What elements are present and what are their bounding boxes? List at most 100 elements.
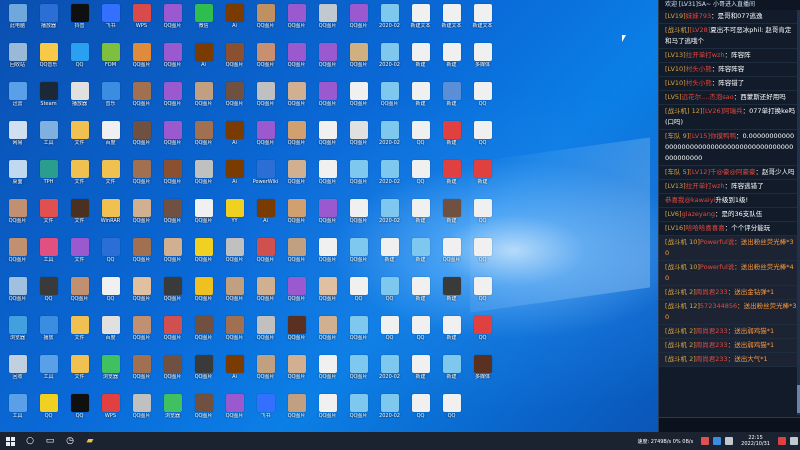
desktop-icon[interactable] bbox=[498, 41, 529, 80]
desktop-icon[interactable]: QQ图片 bbox=[250, 80, 281, 119]
desktop-icon[interactable]: Ai bbox=[219, 353, 250, 392]
chat-input-bar[interactable] bbox=[659, 417, 800, 432]
desktop-icon[interactable]: 新建 bbox=[405, 275, 436, 314]
desktop-icon[interactable] bbox=[467, 392, 498, 431]
desktop-icon[interactable]: 新建 bbox=[436, 158, 467, 197]
desktop-icon[interactable]: Ai bbox=[219, 119, 250, 158]
desktop-icon[interactable]: QQ图片 bbox=[157, 314, 188, 353]
desktop-icon[interactable]: 播放器 bbox=[64, 80, 95, 119]
desktop-icon[interactable]: 浏览器 bbox=[157, 392, 188, 431]
search-button[interactable]: ○ bbox=[20, 432, 40, 450]
desktop-icon[interactable]: QQ图片 bbox=[281, 119, 312, 158]
notification-icon[interactable] bbox=[778, 437, 786, 445]
desktop-icon[interactable]: QQ bbox=[467, 236, 498, 275]
desktop-icon[interactable]: 浏览器 bbox=[2, 314, 33, 353]
desktop-icon[interactable]: 播放 bbox=[33, 314, 64, 353]
desktop-icon[interactable]: QQ图片 bbox=[343, 314, 374, 353]
desktop-icon[interactable]: 文件 bbox=[64, 314, 95, 353]
desktop-icon[interactable]: QQ图片 bbox=[281, 80, 312, 119]
desktop-icon[interactable]: QQ图片 bbox=[219, 392, 250, 431]
desktop-icon[interactable]: 2020-02 bbox=[374, 158, 405, 197]
desktop-icon[interactable]: QQ图片 bbox=[188, 392, 219, 431]
desktop-icon[interactable]: TPH bbox=[33, 158, 64, 197]
desktop-icon[interactable]: QQ图片 bbox=[343, 158, 374, 197]
tray-app-icon[interactable] bbox=[701, 437, 710, 445]
desktop-icon[interactable]: Ai bbox=[250, 197, 281, 236]
chat-username[interactable]: 572344856 bbox=[700, 302, 737, 310]
desktop-icon[interactable]: QQ图片 bbox=[157, 353, 188, 392]
desktop-icon[interactable]: QQ图片 bbox=[343, 119, 374, 158]
desktop-icon[interactable]: 2020-02 bbox=[374, 119, 405, 158]
desktop-icon[interactable] bbox=[498, 314, 529, 353]
volume-icon[interactable] bbox=[725, 437, 734, 445]
desktop-icon[interactable]: QQ图片 bbox=[250, 314, 281, 353]
desktop-icon[interactable]: QQ图片 bbox=[157, 80, 188, 119]
desktop-icon[interactable]: QQ图片 bbox=[343, 392, 374, 431]
desktop-icon[interactable]: QQ图片 bbox=[157, 197, 188, 236]
desktop-icon[interactable]: QQ图片 bbox=[312, 41, 343, 80]
tray-app-icon[interactable] bbox=[713, 437, 722, 445]
desktop-icon[interactable]: 多媒体 bbox=[467, 41, 498, 80]
desktop-icon[interactable]: QQ图片 bbox=[219, 80, 250, 119]
desktop-icon[interactable]: QQ bbox=[95, 236, 126, 275]
chat-username[interactable]: [LV28] bbox=[690, 26, 711, 34]
desktop-icon[interactable]: 2020-02 bbox=[374, 197, 405, 236]
desktop-icon[interactable]: FDM bbox=[95, 41, 126, 80]
desktop-icon[interactable]: QQ图片 bbox=[281, 236, 312, 275]
desktop-icon[interactable]: QQ图片 bbox=[281, 2, 312, 41]
desktop-icon[interactable]: 文件 bbox=[64, 197, 95, 236]
desktop-icon[interactable]: 工具 bbox=[33, 119, 64, 158]
desktop-icon[interactable]: Ai bbox=[219, 2, 250, 41]
desktop-icon[interactable]: QQ bbox=[374, 275, 405, 314]
chat-username[interactable]: 恭喜我@kawaiyi bbox=[665, 196, 715, 204]
desktop-icon[interactable]: QQ图片 bbox=[188, 80, 219, 119]
desktop-icon[interactable]: 文件 bbox=[95, 158, 126, 197]
desktop-icon[interactable]: QQ bbox=[33, 275, 64, 314]
desktop-icon[interactable]: 桌面 bbox=[2, 158, 33, 197]
desktop-icon[interactable] bbox=[498, 275, 529, 314]
desktop-icon[interactable]: 2020-02 bbox=[374, 392, 405, 431]
desktop-icon[interactable]: QQ bbox=[374, 314, 405, 353]
desktop-icon[interactable]: 2020-02 bbox=[374, 353, 405, 392]
desktop-icon[interactable]: 文件 bbox=[64, 158, 95, 197]
chat-username[interactable]: [LV12]千@豪@阿豪豪 bbox=[689, 168, 755, 176]
desktop-icon[interactable]: QQ bbox=[343, 275, 374, 314]
desktop-icon[interactable]: 迅雷 bbox=[2, 80, 33, 119]
desktop-icon[interactable]: QQ图片 bbox=[157, 275, 188, 314]
desktop-icon[interactable]: 新建 bbox=[436, 80, 467, 119]
desktop-icon[interactable]: QQ图片 bbox=[343, 236, 374, 275]
chat-username[interactable]: glazeyang bbox=[682, 210, 715, 218]
desktop-icon[interactable]: QQ图片 bbox=[157, 2, 188, 41]
desktop-icon[interactable]: 百度 bbox=[95, 119, 126, 158]
desktop-icon[interactable]: 音乐 bbox=[95, 80, 126, 119]
desktop-icon[interactable]: YY bbox=[219, 197, 250, 236]
desktop-icon[interactable]: QQ图片 bbox=[281, 41, 312, 80]
desktop-icon[interactable]: WPS bbox=[95, 392, 126, 431]
desktop-icon[interactable]: QQ图片 bbox=[188, 158, 219, 197]
desktop-icon[interactable]: QQ图片 bbox=[2, 236, 33, 275]
desktop-icon[interactable]: 文件 bbox=[64, 236, 95, 275]
desktop-icon[interactable]: QQ图片 bbox=[250, 119, 281, 158]
desktop-icon[interactable] bbox=[498, 236, 529, 275]
desktop-icon[interactable]: QQ bbox=[467, 80, 498, 119]
desktop-icon[interactable] bbox=[498, 392, 529, 431]
chat-username[interactable]: 周尚君233 bbox=[696, 341, 728, 349]
desktop-icon[interactable] bbox=[498, 80, 529, 119]
taskbar-clock[interactable]: 22:15 2022/10/31 bbox=[741, 435, 770, 447]
desktop-icon[interactable]: 工具 bbox=[33, 236, 64, 275]
desktop-icon[interactable]: QQ图片 bbox=[219, 236, 250, 275]
desktop-icon[interactable]: QQ图片 bbox=[126, 41, 157, 80]
desktop-icon[interactable]: QQ图片 bbox=[219, 314, 250, 353]
desktop-icon[interactable] bbox=[498, 197, 529, 236]
desktop-icon[interactable]: 新建 bbox=[405, 41, 436, 80]
desktop-icon[interactable]: Steam bbox=[33, 80, 64, 119]
desktop-icon[interactable]: QQ图片 bbox=[2, 197, 33, 236]
desktop-icon[interactable]: QQ bbox=[95, 275, 126, 314]
chat-username[interactable]: 周尚君233 bbox=[696, 327, 728, 335]
desktop-icon[interactable]: QQ图片 bbox=[312, 314, 343, 353]
desktop-icon[interactable]: QQ bbox=[467, 275, 498, 314]
desktop-icon[interactable]: QQ bbox=[405, 158, 436, 197]
desktop-icon[interactable]: QQ bbox=[405, 119, 436, 158]
desktop-icon[interactable]: QQ图片 bbox=[126, 236, 157, 275]
chat-username[interactable]: 哈哈哈喜喜喜 bbox=[686, 224, 725, 232]
